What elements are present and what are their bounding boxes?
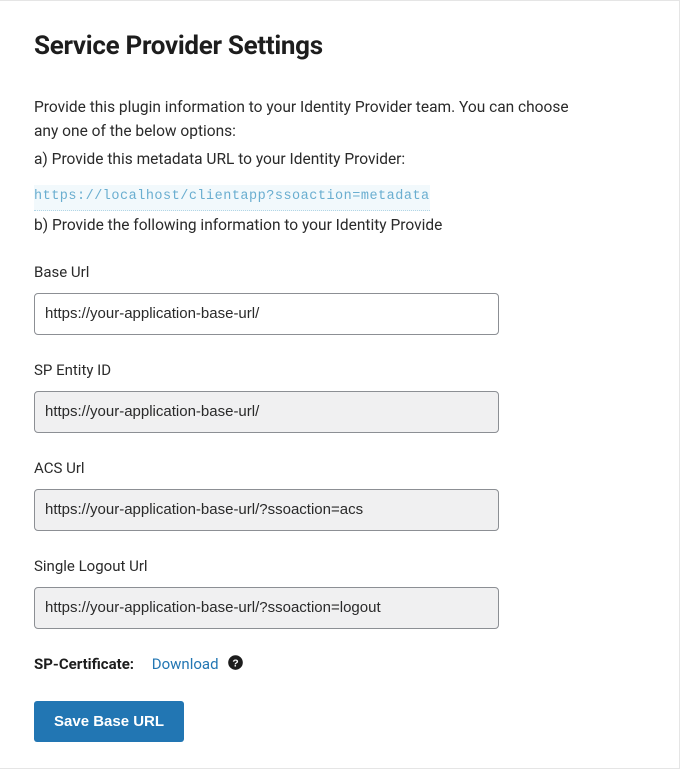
settings-panel: Service Provider Settings Provide this p… bbox=[0, 0, 680, 769]
certificate-row: SP-Certificate: Download ? bbox=[34, 655, 645, 675]
field-entity-id: SP Entity ID bbox=[34, 361, 645, 433]
label-entity-id: SP Entity ID bbox=[34, 361, 645, 379]
input-base-url[interactable] bbox=[34, 293, 499, 335]
save-base-url-button[interactable]: Save Base URL bbox=[34, 701, 184, 742]
option-b-text: b) Provide the following information to … bbox=[34, 213, 594, 237]
field-base-url: Base Url bbox=[34, 263, 645, 335]
intro-block: Provide this plugin information to your … bbox=[34, 95, 594, 237]
label-base-url: Base Url bbox=[34, 263, 645, 281]
option-a-text: a) Provide this metadata URL to your Ide… bbox=[34, 147, 594, 171]
download-certificate-link[interactable]: Download bbox=[152, 655, 219, 673]
svg-text:?: ? bbox=[233, 658, 239, 669]
label-logout-url: Single Logout Url bbox=[34, 557, 645, 575]
intro-text: Provide this plugin information to your … bbox=[34, 95, 594, 143]
field-acs-url: ACS Url bbox=[34, 459, 645, 531]
field-logout-url: Single Logout Url bbox=[34, 557, 645, 629]
page-title: Service Provider Settings bbox=[34, 31, 645, 61]
input-logout-url[interactable] bbox=[34, 587, 499, 629]
certificate-label: SP-Certificate: bbox=[34, 655, 134, 673]
help-icon[interactable]: ? bbox=[228, 655, 243, 674]
input-entity-id[interactable] bbox=[34, 391, 499, 433]
label-acs-url: ACS Url bbox=[34, 459, 645, 477]
metadata-url[interactable]: https://localhost/clientapp?ssoaction=me… bbox=[34, 185, 430, 211]
input-acs-url[interactable] bbox=[34, 489, 499, 531]
